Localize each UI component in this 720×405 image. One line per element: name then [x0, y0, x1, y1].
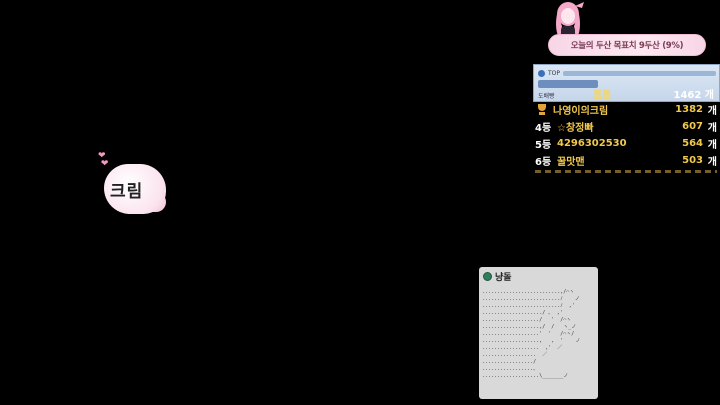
goal-banner: 오늘의 두산 목표치 9두산 (9%)	[548, 34, 706, 56]
user-badge-icon	[483, 272, 492, 281]
chat-ascii-art: ..........................,/⌒ヽ .........…	[482, 289, 581, 379]
ranking-first-place: 불불 1462 개	[533, 84, 720, 102]
rank-unit: 개	[707, 122, 717, 134]
rank-unit: 개	[707, 105, 717, 117]
first-place-name: 불불	[593, 89, 612, 101]
ranking-row-4: 4등 ☆창정빠 607 개	[535, 118, 717, 134]
ranking-header-bar: TOP	[538, 68, 716, 78]
ranking-row-2: 나영이의크림 1382 개	[535, 101, 717, 117]
goal-widget: 오늘의 두산 목표치 9두산 (9%)	[540, 0, 710, 62]
rank-name: ☆창정빠	[557, 122, 594, 134]
rank-count: 503	[682, 154, 703, 166]
bubble-text: 크림	[110, 181, 144, 202]
rank-unit: 개	[707, 139, 717, 151]
rank-name: 꿀맛맨	[557, 156, 585, 168]
rank-position: 5등	[535, 139, 552, 151]
first-place-count: 1462 개	[673, 89, 714, 101]
chat-message-panel: 냥돌 ..........................,/⌒ヽ ......…	[479, 267, 598, 399]
ranking-panel: TOP 도배빵 불불 1462 개 나영이의크림 1382 개 4등 ☆창정빠 …	[533, 64, 720, 174]
rank-count: 564	[682, 137, 703, 149]
ranking-header-label: TOP	[548, 69, 561, 77]
rank-count: 1382	[675, 103, 703, 115]
rank-name: 나영이의크림	[553, 105, 609, 117]
trophy-icon	[535, 104, 553, 115]
ranking-progress-bar	[563, 70, 716, 76]
ranking-row-5: 5등 4296302530 564 개	[535, 135, 717, 151]
rank-count: 607	[682, 120, 703, 132]
speech-bubble: ❤ ❤ 크림	[98, 152, 174, 218]
heart-icon: ❤ ❤	[98, 151, 109, 169]
ranking-logo-icon	[538, 69, 545, 77]
rank-position: 6등	[535, 156, 552, 168]
rank-position: 4등	[535, 122, 552, 134]
ranking-cutoff-row	[535, 170, 717, 173]
rank-unit: 개	[707, 156, 717, 168]
rank-name: 4296302530	[557, 137, 627, 149]
ranking-row-6: 6등 꿀맛맨 503 개	[535, 152, 717, 168]
bubble-body: 크림	[104, 164, 166, 214]
